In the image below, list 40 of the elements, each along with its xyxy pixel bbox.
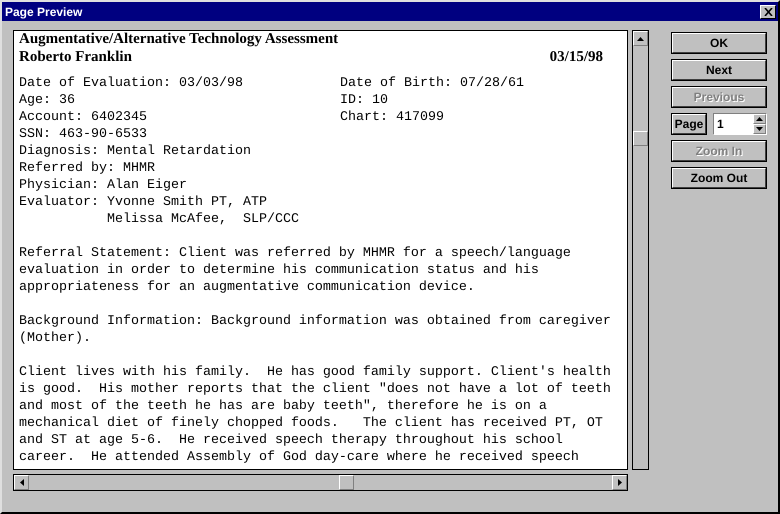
field-text: Physician: Alan Eiger — [19, 177, 188, 194]
down-arrow-icon — [756, 127, 763, 131]
field-text: Evaluator: Yvonne Smith PT, ATP — [19, 194, 268, 211]
report-heading: Augmentative/Alternative Technology Assessment — [19, 31, 340, 48]
field-text: Account: 6402345 — [19, 109, 148, 126]
scroll-up-button[interactable] — [633, 31, 648, 46]
close-icon — [764, 8, 772, 16]
scroll-right-button[interactable] — [612, 475, 627, 490]
field-text: Date of Evaluation: 03/03/98 — [19, 75, 244, 92]
dialog-button[interactable]: Next — [671, 59, 767, 81]
up-arrow-icon — [756, 117, 763, 121]
scroll-thumb[interactable] — [339, 475, 354, 490]
field-text: Melissa McAfee, SLP/CCC — [106, 211, 300, 228]
report-paragraph: Referral Statement: Client was referred by MHMR for a speech/language evaluation in order to determine his communication status and his appropriateness for an augmentative communication device. — [19, 245, 572, 296]
right-arrow-icon — [618, 479, 622, 486]
report-paragraph: Background Information: Background information was obtained from caregiver (Mother). — [19, 313, 612, 347]
page-number-field[interactable]: 1 — [713, 113, 767, 135]
horizontal-scrollbar[interactable] — [13, 474, 628, 491]
field-text: Age: 36 — [19, 92, 76, 109]
spin-down-button[interactable] — [753, 124, 766, 134]
left-arrow-icon — [20, 479, 24, 486]
scroll-left-button[interactable] — [14, 475, 29, 490]
close-button[interactable] — [760, 4, 776, 18]
page-button[interactable]: Page — [671, 113, 707, 135]
field-text: Diagnosis: Mental Retardation — [19, 143, 252, 160]
vertical-scrollbar[interactable] — [632, 30, 649, 470]
field-text: Referred by: MHMR — [19, 160, 156, 177]
dialog-button[interactable]: OK — [671, 32, 767, 54]
report-paragraph: Client lives with his family. He has good family support. Client's health is good. His mother reports that the client "does not have a lot of teeth and most of the teeth he has are baby teeth", therefore he is on a mechanical diet of finely chopped foods. The client has received PT, OT and ST at age 5-6. He received speech therapy throughout his school career. He attended Assembly of God day-care where he received speech — [19, 364, 612, 466]
field-text: ID: 10 — [340, 92, 389, 109]
patient-name: Roberto Franklin — [19, 48, 132, 67]
scroll-thumb[interactable] — [633, 131, 648, 146]
window-title: Page Preview — [5, 4, 82, 18]
up-arrow-icon — [637, 36, 644, 40]
dialog-button[interactable]: Zoom Out — [671, 167, 767, 189]
report-date: 03/15/98 — [550, 48, 603, 67]
field-text: Date of Birth: 07/28/61 — [340, 75, 524, 92]
field-text: SSN: 463-90-6533 — [19, 126, 148, 143]
field-text: Chart: 417099 — [340, 109, 445, 126]
spin-up-button[interactable] — [753, 114, 766, 124]
